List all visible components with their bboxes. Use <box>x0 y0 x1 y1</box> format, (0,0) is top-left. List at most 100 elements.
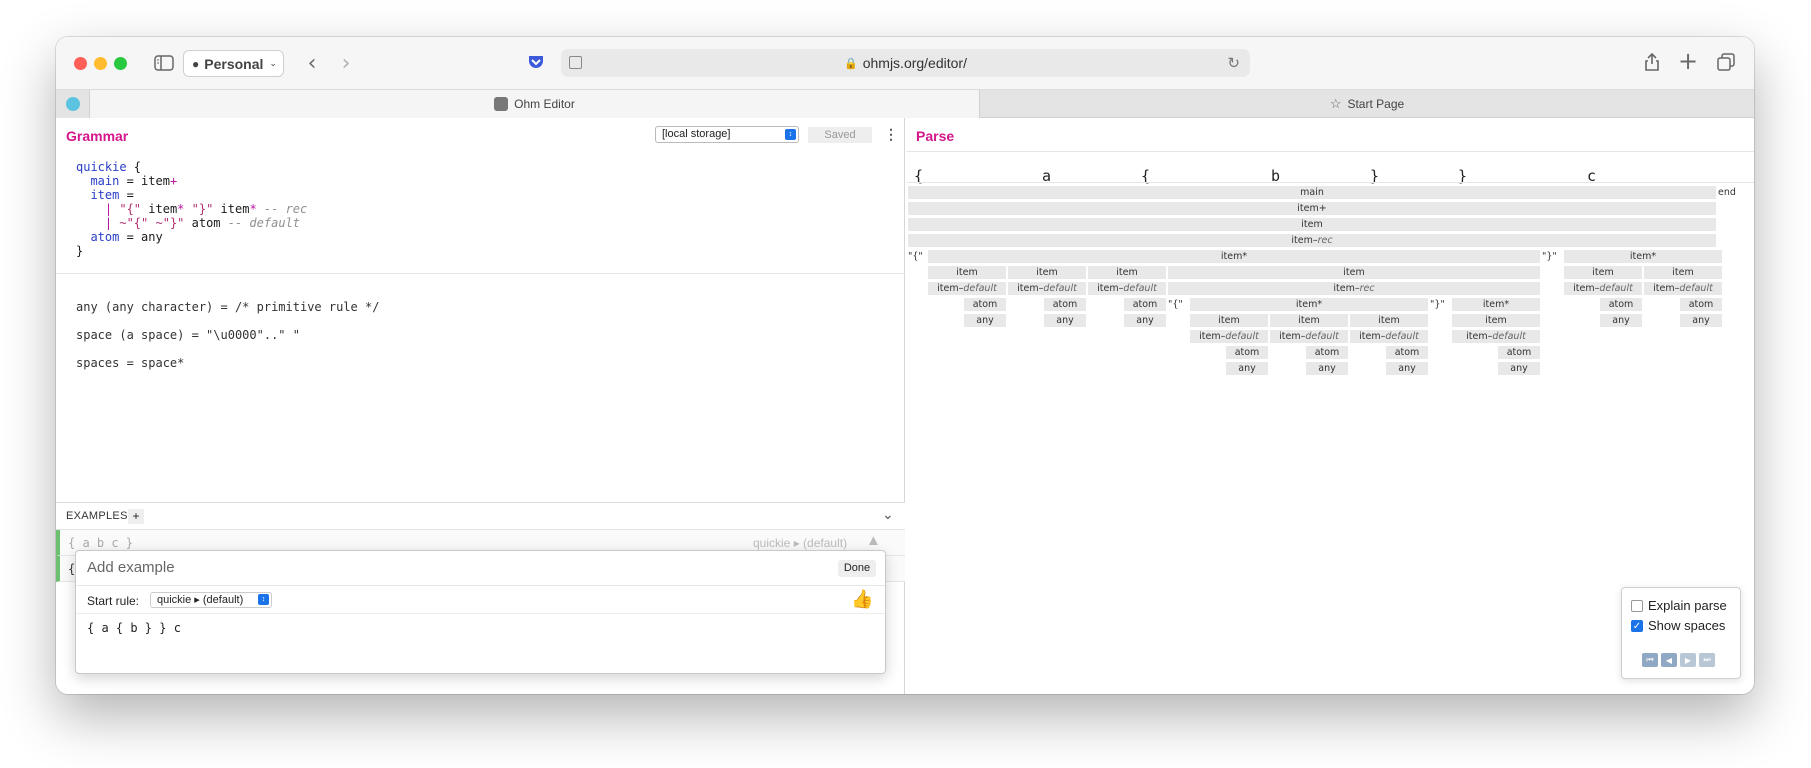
pinned-tab[interactable] <box>56 90 90 118</box>
tree-node-any[interactable]: any <box>1124 314 1166 327</box>
node-label: "}" <box>1542 251 1557 262</box>
tab-ohm-editor[interactable]: Ohm Editor <box>90 90 979 118</box>
close-window-button[interactable] <box>74 57 87 70</box>
tree-node-item-rec[interactable]: item – rec <box>1168 282 1540 295</box>
step-last-icon[interactable]: ⏭ <box>1699 653 1715 667</box>
profile-selector[interactable]: ● Personal ⌄ <box>183 50 284 77</box>
add-example-button[interactable]: + <box>128 509 144 524</box>
zoom-window-button[interactable] <box>114 57 127 70</box>
tree-node-item-default[interactable]: item – default <box>1452 330 1540 343</box>
tree-node-item-star[interactable]: item* <box>1190 298 1428 311</box>
node-label: item <box>1199 331 1221 342</box>
done-button[interactable]: Done <box>838 560 876 577</box>
tree-node-item-star[interactable]: item* <box>1452 298 1540 311</box>
address-bar[interactable]: 🔒 ohmjs.org/editor/ ↻ <box>561 49 1250 77</box>
tree-node-any[interactable]: any <box>964 314 1006 327</box>
grammar-source[interactable]: quickie { main = item+ item = | "{" item… <box>76 160 307 258</box>
tree-node-item[interactable]: item <box>1270 314 1348 327</box>
tab-start-page[interactable]: ☆ Start Page <box>979 90 1754 118</box>
tree-node-any[interactable]: any <box>1386 362 1428 375</box>
tree-node-item-plus[interactable]: item+ <box>908 202 1716 215</box>
tree-node-item[interactable]: item <box>908 218 1716 231</box>
pocket-icon[interactable] <box>526 52 546 72</box>
tree-node-item-rec[interactable]: item – rec <box>908 234 1716 247</box>
thumbs-up-icon[interactable]: 👍 <box>851 589 873 609</box>
tree-node-item[interactable]: item <box>1350 314 1428 327</box>
tree-node-lbrace[interactable]: "{" <box>908 250 928 263</box>
tree-node-any[interactable]: any <box>1498 362 1540 375</box>
tree-node-item-star[interactable]: item* <box>928 250 1540 263</box>
tree-node-atom[interactable]: atom <box>1498 346 1540 359</box>
chevron-down-icon[interactable]: ⌄ <box>882 506 894 523</box>
page-settings-icon[interactable] <box>569 56 582 69</box>
tree-node-lbrace[interactable]: "{" <box>1168 298 1190 311</box>
tree-node-atom[interactable]: atom <box>1600 298 1642 311</box>
share-icon[interactable] <box>1641 51 1663 73</box>
saved-button[interactable]: Saved <box>808 127 872 143</box>
tree-node-any[interactable]: any <box>1680 314 1722 327</box>
thumbs-up-icon[interactable]: ▲ <box>866 532 881 549</box>
more-options-icon[interactable]: ⋮ <box>884 126 898 142</box>
divider <box>76 585 885 586</box>
browser-window: ● Personal ⌄ ‹ › 🔒 ohmjs.org/editor/ ↻ + <box>56 37 1754 694</box>
tree-node-item-star[interactable]: item* <box>1564 250 1722 263</box>
tree-node-atom[interactable]: atom <box>1386 346 1428 359</box>
node-label: item <box>1672 267 1694 278</box>
minimize-window-button[interactable] <box>94 57 107 70</box>
tree-node-main[interactable]: main <box>908 186 1716 199</box>
step-first-icon[interactable]: ⏮ <box>1642 653 1658 667</box>
step-back-icon[interactable]: ◀ <box>1661 653 1677 667</box>
tree-node-item[interactable]: item <box>928 266 1006 279</box>
tree-node-rbrace[interactable]: "}" <box>1430 298 1450 311</box>
tree-node-end[interactable]: end <box>1718 186 1740 199</box>
code-token: * <box>249 202 257 216</box>
select-arrows-icon: ↕ <box>785 129 796 140</box>
sidebar-toggle-icon[interactable] <box>152 52 176 74</box>
tree-node-atom[interactable]: atom <box>1044 298 1086 311</box>
step-forward-icon[interactable]: ▶ <box>1680 653 1696 667</box>
tree-node-rbrace[interactable]: "}" <box>1542 250 1562 263</box>
node-label: item <box>1485 315 1507 326</box>
node-label: atom <box>1506 347 1532 358</box>
example-input[interactable]: { a { b } } c <box>87 621 181 635</box>
tree-node-item-default[interactable]: item – default <box>1564 282 1642 295</box>
back-icon[interactable]: ‹ <box>300 51 324 76</box>
explain-parse-label: Explain parse <box>1648 598 1727 613</box>
tree-node-any[interactable]: any <box>1226 362 1268 375</box>
tree-node-item[interactable]: item <box>1008 266 1086 279</box>
tree-node-item[interactable]: item <box>1190 314 1268 327</box>
code-token: { <box>126 160 142 174</box>
forward-icon[interactable]: › <box>334 51 358 76</box>
tree-node-item-default[interactable]: item – default <box>1270 330 1348 343</box>
node-label: any <box>1692 315 1710 326</box>
tree-node-atom[interactable]: atom <box>964 298 1006 311</box>
tree-node-atom[interactable]: atom <box>1124 298 1166 311</box>
start-rule-select[interactable]: quickie ▸ (default) ↕ <box>150 592 272 608</box>
tree-node-item-default[interactable]: item – default <box>1350 330 1428 343</box>
reload-icon[interactable]: ↻ <box>1227 54 1240 72</box>
tree-node-any[interactable]: any <box>1306 362 1348 375</box>
storage-select[interactable]: [local storage] ↕ <box>655 126 799 143</box>
show-spaces-checkbox[interactable]: ✓ <box>1631 620 1643 632</box>
tab-overview-icon[interactable] <box>1715 51 1737 73</box>
code-token: = <box>119 230 142 244</box>
tree-node-item[interactable]: item <box>1564 266 1642 279</box>
tree-node-atom[interactable]: atom <box>1306 346 1348 359</box>
explain-parse-checkbox[interactable] <box>1631 600 1643 612</box>
tree-node-item[interactable]: item <box>1452 314 1540 327</box>
tree-node-item[interactable]: item <box>1168 266 1540 279</box>
tree-node-any[interactable]: any <box>1600 314 1642 327</box>
tree-node-item-default[interactable]: item – default <box>1644 282 1722 295</box>
tree-node-item-default[interactable]: item – default <box>928 282 1006 295</box>
tree-node-atom[interactable]: atom <box>1680 298 1722 311</box>
tree-node-atom[interactable]: atom <box>1226 346 1268 359</box>
divider <box>56 273 905 274</box>
tree-node-item-default[interactable]: item – default <box>1190 330 1268 343</box>
new-tab-icon[interactable]: + <box>1677 47 1699 75</box>
rule-name: item <box>90 188 120 202</box>
tree-node-item[interactable]: item <box>1644 266 1722 279</box>
tree-node-item-default[interactable]: item – default <box>1088 282 1166 295</box>
tree-node-item-default[interactable]: item – default <box>1008 282 1086 295</box>
tree-node-any[interactable]: any <box>1044 314 1086 327</box>
tree-node-item[interactable]: item <box>1088 266 1166 279</box>
